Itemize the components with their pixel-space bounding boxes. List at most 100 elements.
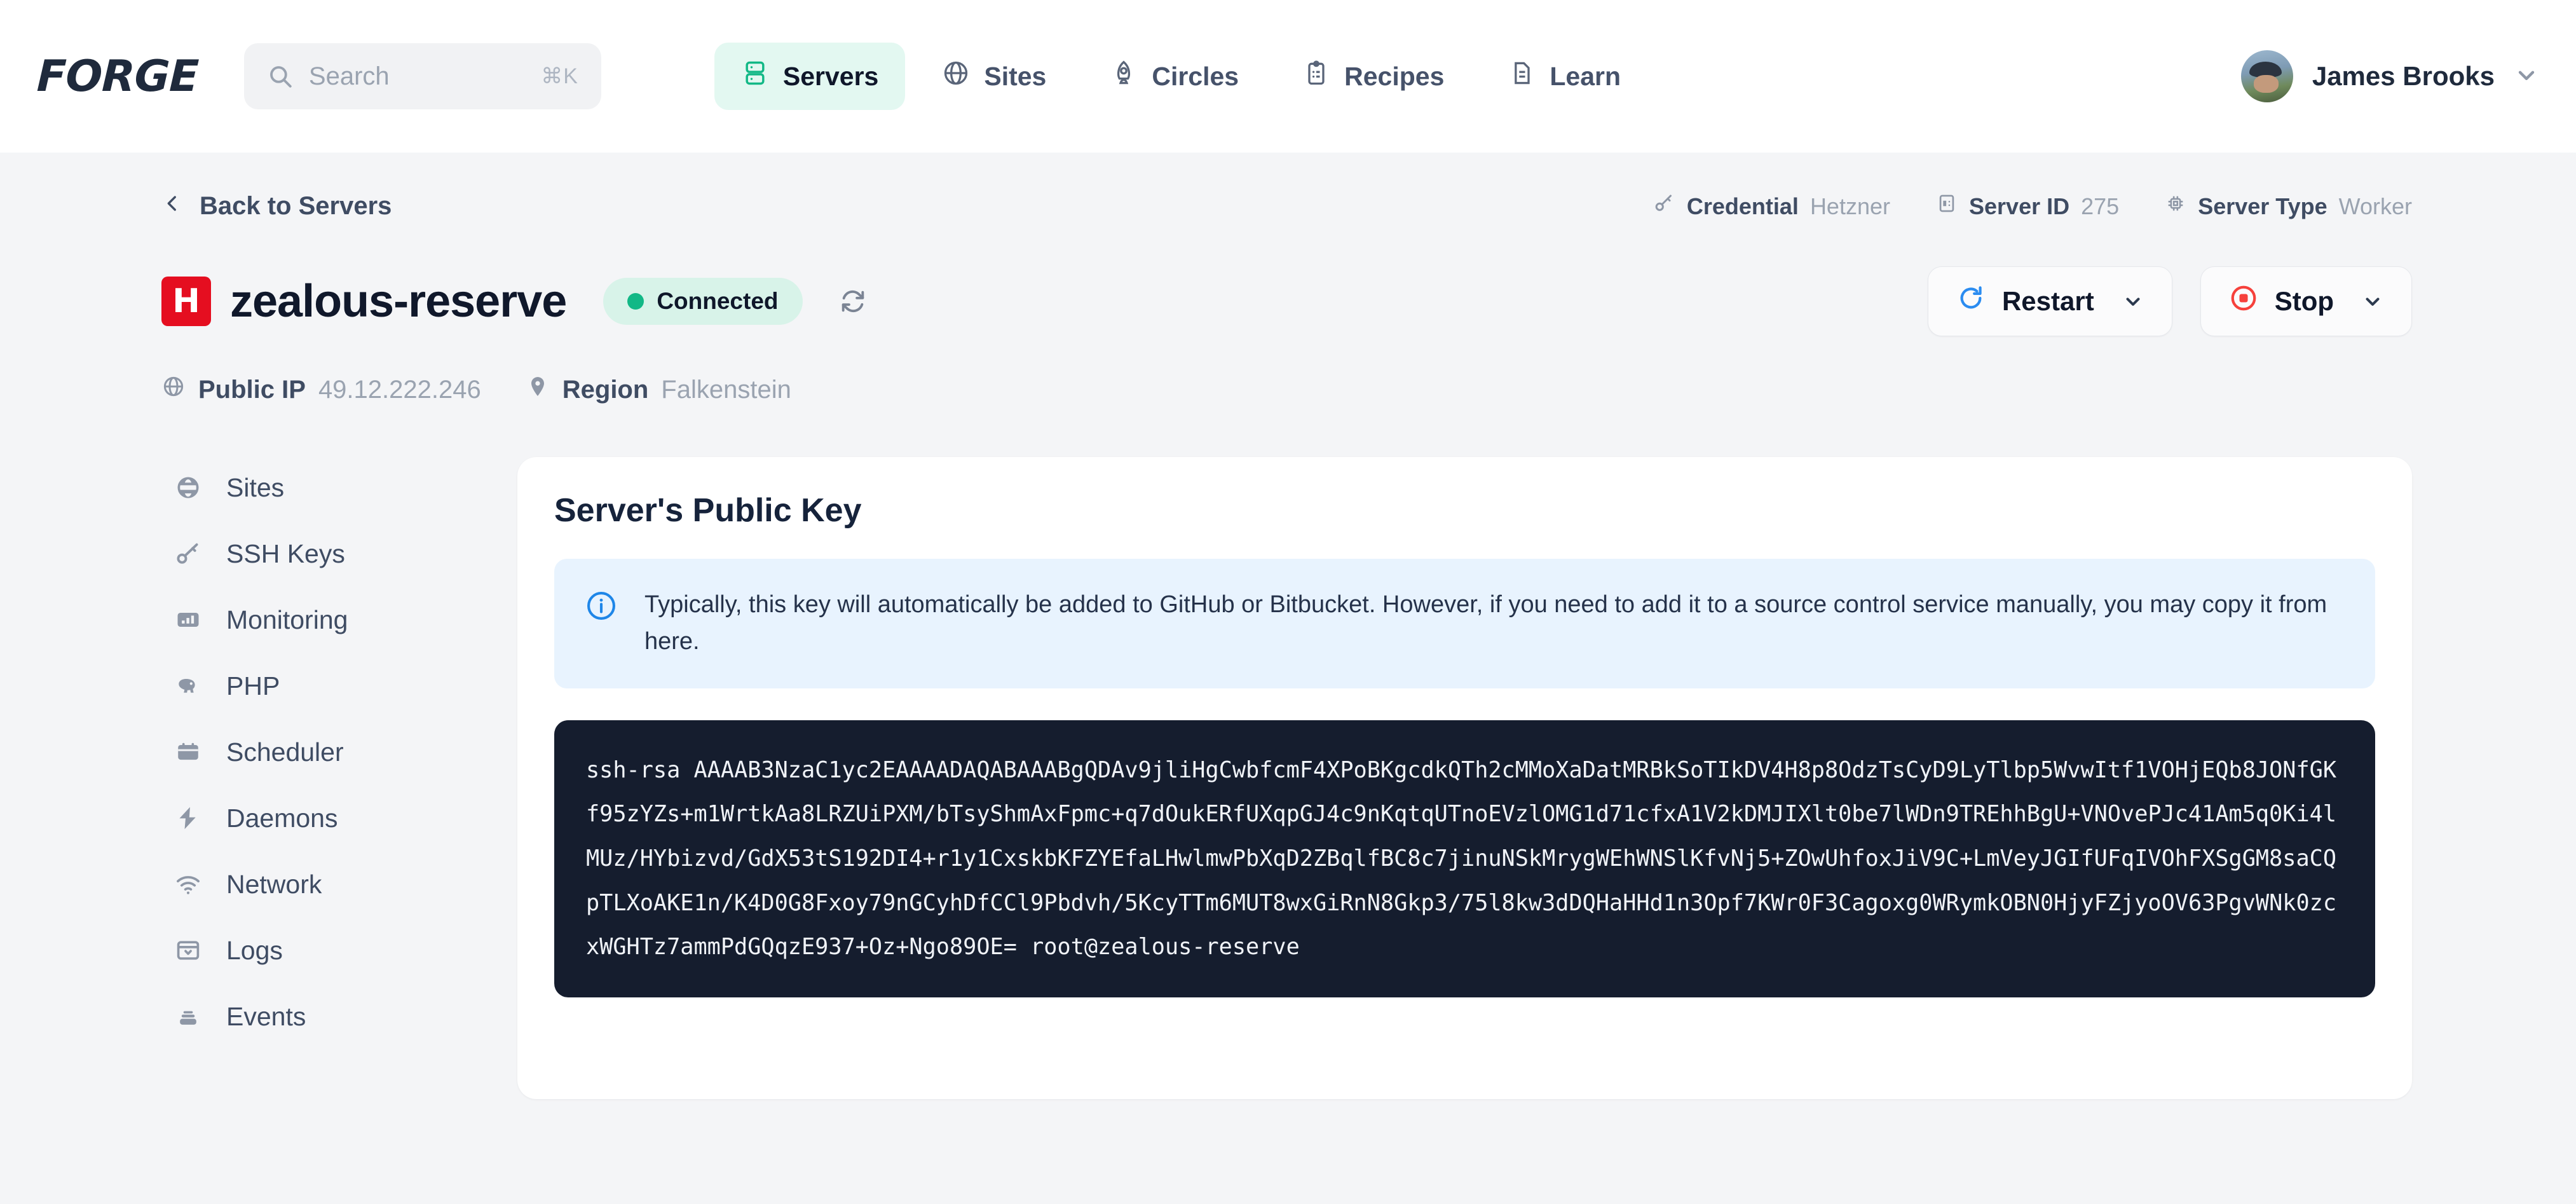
key-icon bbox=[173, 538, 203, 569]
tab-recipes-label: Recipes bbox=[1344, 61, 1445, 91]
info-notice: Typically, this key will automatically b… bbox=[554, 559, 2375, 688]
server-title-row: H zealous-reserve Connected Restart Stop bbox=[37, 266, 2539, 336]
chevron-left-icon bbox=[161, 192, 183, 221]
chevron-down-icon[interactable] bbox=[2122, 291, 2144, 312]
info-notice-text: Typically, this key will automatically b… bbox=[644, 591, 2327, 655]
meta-credential: Credential Hetzner bbox=[1653, 192, 1890, 221]
document-icon bbox=[1508, 59, 1536, 93]
page-body: Back to Servers Credential Hetzner Serve… bbox=[0, 153, 2576, 1099]
sidebar-item-php[interactable]: PHP bbox=[161, 658, 517, 714]
sidebar-item-daemons[interactable]: Daemons bbox=[161, 790, 517, 846]
sidebar-item-sites[interactable]: Sites bbox=[161, 460, 517, 516]
primary-nav: Servers Sites Circles Recipes Learn bbox=[714, 43, 1647, 110]
sidebar-item-label: Scheduler bbox=[226, 737, 344, 767]
globe-icon bbox=[161, 374, 186, 405]
php-elephant-icon bbox=[173, 671, 203, 701]
breadcrumb[interactable]: Back to Servers bbox=[161, 192, 392, 221]
meta-credential-value: Hetzner bbox=[1809, 193, 1890, 219]
user-menu[interactable]: James Brooks bbox=[2240, 50, 2539, 102]
calendar-icon bbox=[173, 737, 203, 767]
page-subheader: Back to Servers Credential Hetzner Serve… bbox=[37, 153, 2539, 221]
server-actions: Restart Stop bbox=[1927, 266, 2412, 336]
bolt-icon bbox=[173, 803, 203, 833]
content-area: Sites SSH Keys Monitoring PHP Scheduler … bbox=[37, 457, 2539, 1099]
tab-servers-label: Servers bbox=[782, 61, 879, 91]
chevron-down-icon[interactable] bbox=[2362, 291, 2383, 312]
sidebar-item-label: Network bbox=[226, 869, 322, 899]
wifi-icon bbox=[173, 869, 203, 900]
avatar bbox=[2240, 50, 2293, 102]
refresh-icon[interactable] bbox=[838, 287, 868, 316]
sidebar-item-logs[interactable]: Logs bbox=[161, 922, 517, 978]
status-label: Connected bbox=[657, 288, 779, 314]
status-dot bbox=[627, 293, 644, 310]
clipboard-icon bbox=[1302, 59, 1330, 93]
meta-server-id-value: 275 bbox=[2081, 193, 2120, 219]
sidebar-item-monitoring[interactable]: Monitoring bbox=[161, 592, 517, 648]
breadcrumb-label: Back to Servers bbox=[200, 192, 392, 220]
globe-icon bbox=[942, 59, 970, 93]
chip-icon bbox=[2165, 193, 2186, 220]
detail-region: Region Falkenstein bbox=[526, 374, 791, 405]
stop-icon bbox=[2229, 284, 2258, 319]
archive-icon bbox=[173, 935, 203, 966]
public-key-value[interactable]: ssh-rsa AAAAB3NzaC1yc2EAAAADAQABAAABgQDA… bbox=[554, 720, 2375, 997]
tab-circles-label: Circles bbox=[1152, 61, 1239, 91]
stop-label: Stop bbox=[2274, 286, 2334, 316]
search-placeholder: Search bbox=[308, 62, 390, 90]
meta-server-id-label: Server ID bbox=[1969, 193, 2070, 219]
sidebar-item-label: SSH Keys bbox=[226, 538, 345, 568]
tab-sites-label: Sites bbox=[984, 61, 1047, 91]
server-details-row: Public IP 49.12.222.246 Region Falkenste… bbox=[37, 374, 2539, 405]
map-pin-icon bbox=[526, 374, 550, 405]
status-badge: Connected bbox=[603, 278, 803, 325]
server-sidebar: Sites SSH Keys Monitoring PHP Scheduler … bbox=[161, 457, 517, 1099]
meta-credential-label: Credential bbox=[1686, 193, 1799, 219]
tab-sites[interactable]: Sites bbox=[915, 43, 1073, 110]
sidebar-item-label: Monitoring bbox=[226, 605, 348, 634]
search-shortcut-hint: ⌘K bbox=[541, 64, 578, 88]
sidebar-item-label: PHP bbox=[226, 671, 280, 701]
restart-icon bbox=[1956, 284, 1986, 319]
server-identity: H zealous-reserve Connected bbox=[161, 275, 868, 327]
restart-label: Restart bbox=[2001, 286, 2094, 316]
tab-servers[interactable]: Servers bbox=[714, 43, 906, 110]
search-icon bbox=[267, 63, 294, 90]
sidebar-item-network[interactable]: Network bbox=[161, 856, 517, 912]
server-meta: Credential Hetzner Server ID 275 Server … bbox=[1653, 192, 2412, 221]
tab-recipes[interactable]: Recipes bbox=[1276, 43, 1471, 110]
public-key-card: Server's Public Key Typically, this key … bbox=[517, 457, 2412, 1099]
tab-circles[interactable]: Circles bbox=[1083, 43, 1265, 110]
stop-button[interactable]: Stop bbox=[2200, 266, 2412, 336]
sidebar-item-label: Daemons bbox=[226, 803, 338, 833]
sidebar-item-label: Sites bbox=[226, 472, 285, 502]
tab-learn-label: Learn bbox=[1550, 61, 1621, 91]
detail-region-value: Falkenstein bbox=[661, 375, 791, 404]
chart-icon bbox=[173, 605, 203, 635]
search-input[interactable]: Search ⌘K bbox=[243, 43, 601, 109]
key-icon bbox=[1653, 192, 1675, 221]
meta-server-type: Server Type Worker bbox=[2165, 193, 2412, 220]
tab-learn[interactable]: Learn bbox=[1481, 43, 1647, 110]
meta-server-type-label: Server Type bbox=[2198, 193, 2327, 219]
server-id-icon bbox=[1936, 193, 1958, 220]
sidebar-item-scheduler[interactable]: Scheduler bbox=[161, 724, 517, 780]
card-title: Server's Public Key bbox=[554, 492, 862, 529]
top-navigation-bar: FORGE Search ⌘K Servers Sites Circles Re… bbox=[0, 0, 2576, 153]
info-icon bbox=[585, 587, 618, 660]
meta-server-type-value: Worker bbox=[2338, 193, 2412, 219]
stack-icon bbox=[173, 1001, 203, 1032]
detail-region-label: Region bbox=[562, 375, 649, 404]
sidebar-item-ssh-keys[interactable]: SSH Keys bbox=[161, 526, 517, 582]
globe-icon bbox=[173, 472, 203, 503]
provider-badge-hetzner: H bbox=[161, 277, 211, 326]
chevron-down-icon bbox=[2514, 62, 2539, 91]
sidebar-item-events[interactable]: Events bbox=[161, 989, 517, 1044]
page-title: zealous-reserve bbox=[230, 276, 567, 327]
user-name: James Brooks bbox=[2312, 61, 2495, 91]
meta-server-id: Server ID 275 bbox=[1936, 193, 2119, 220]
rocket-icon bbox=[1110, 59, 1138, 93]
detail-public-ip-label: Public IP bbox=[198, 375, 306, 404]
restart-button[interactable]: Restart bbox=[1927, 266, 2172, 336]
forge-logo[interactable]: FORGE bbox=[36, 51, 200, 102]
